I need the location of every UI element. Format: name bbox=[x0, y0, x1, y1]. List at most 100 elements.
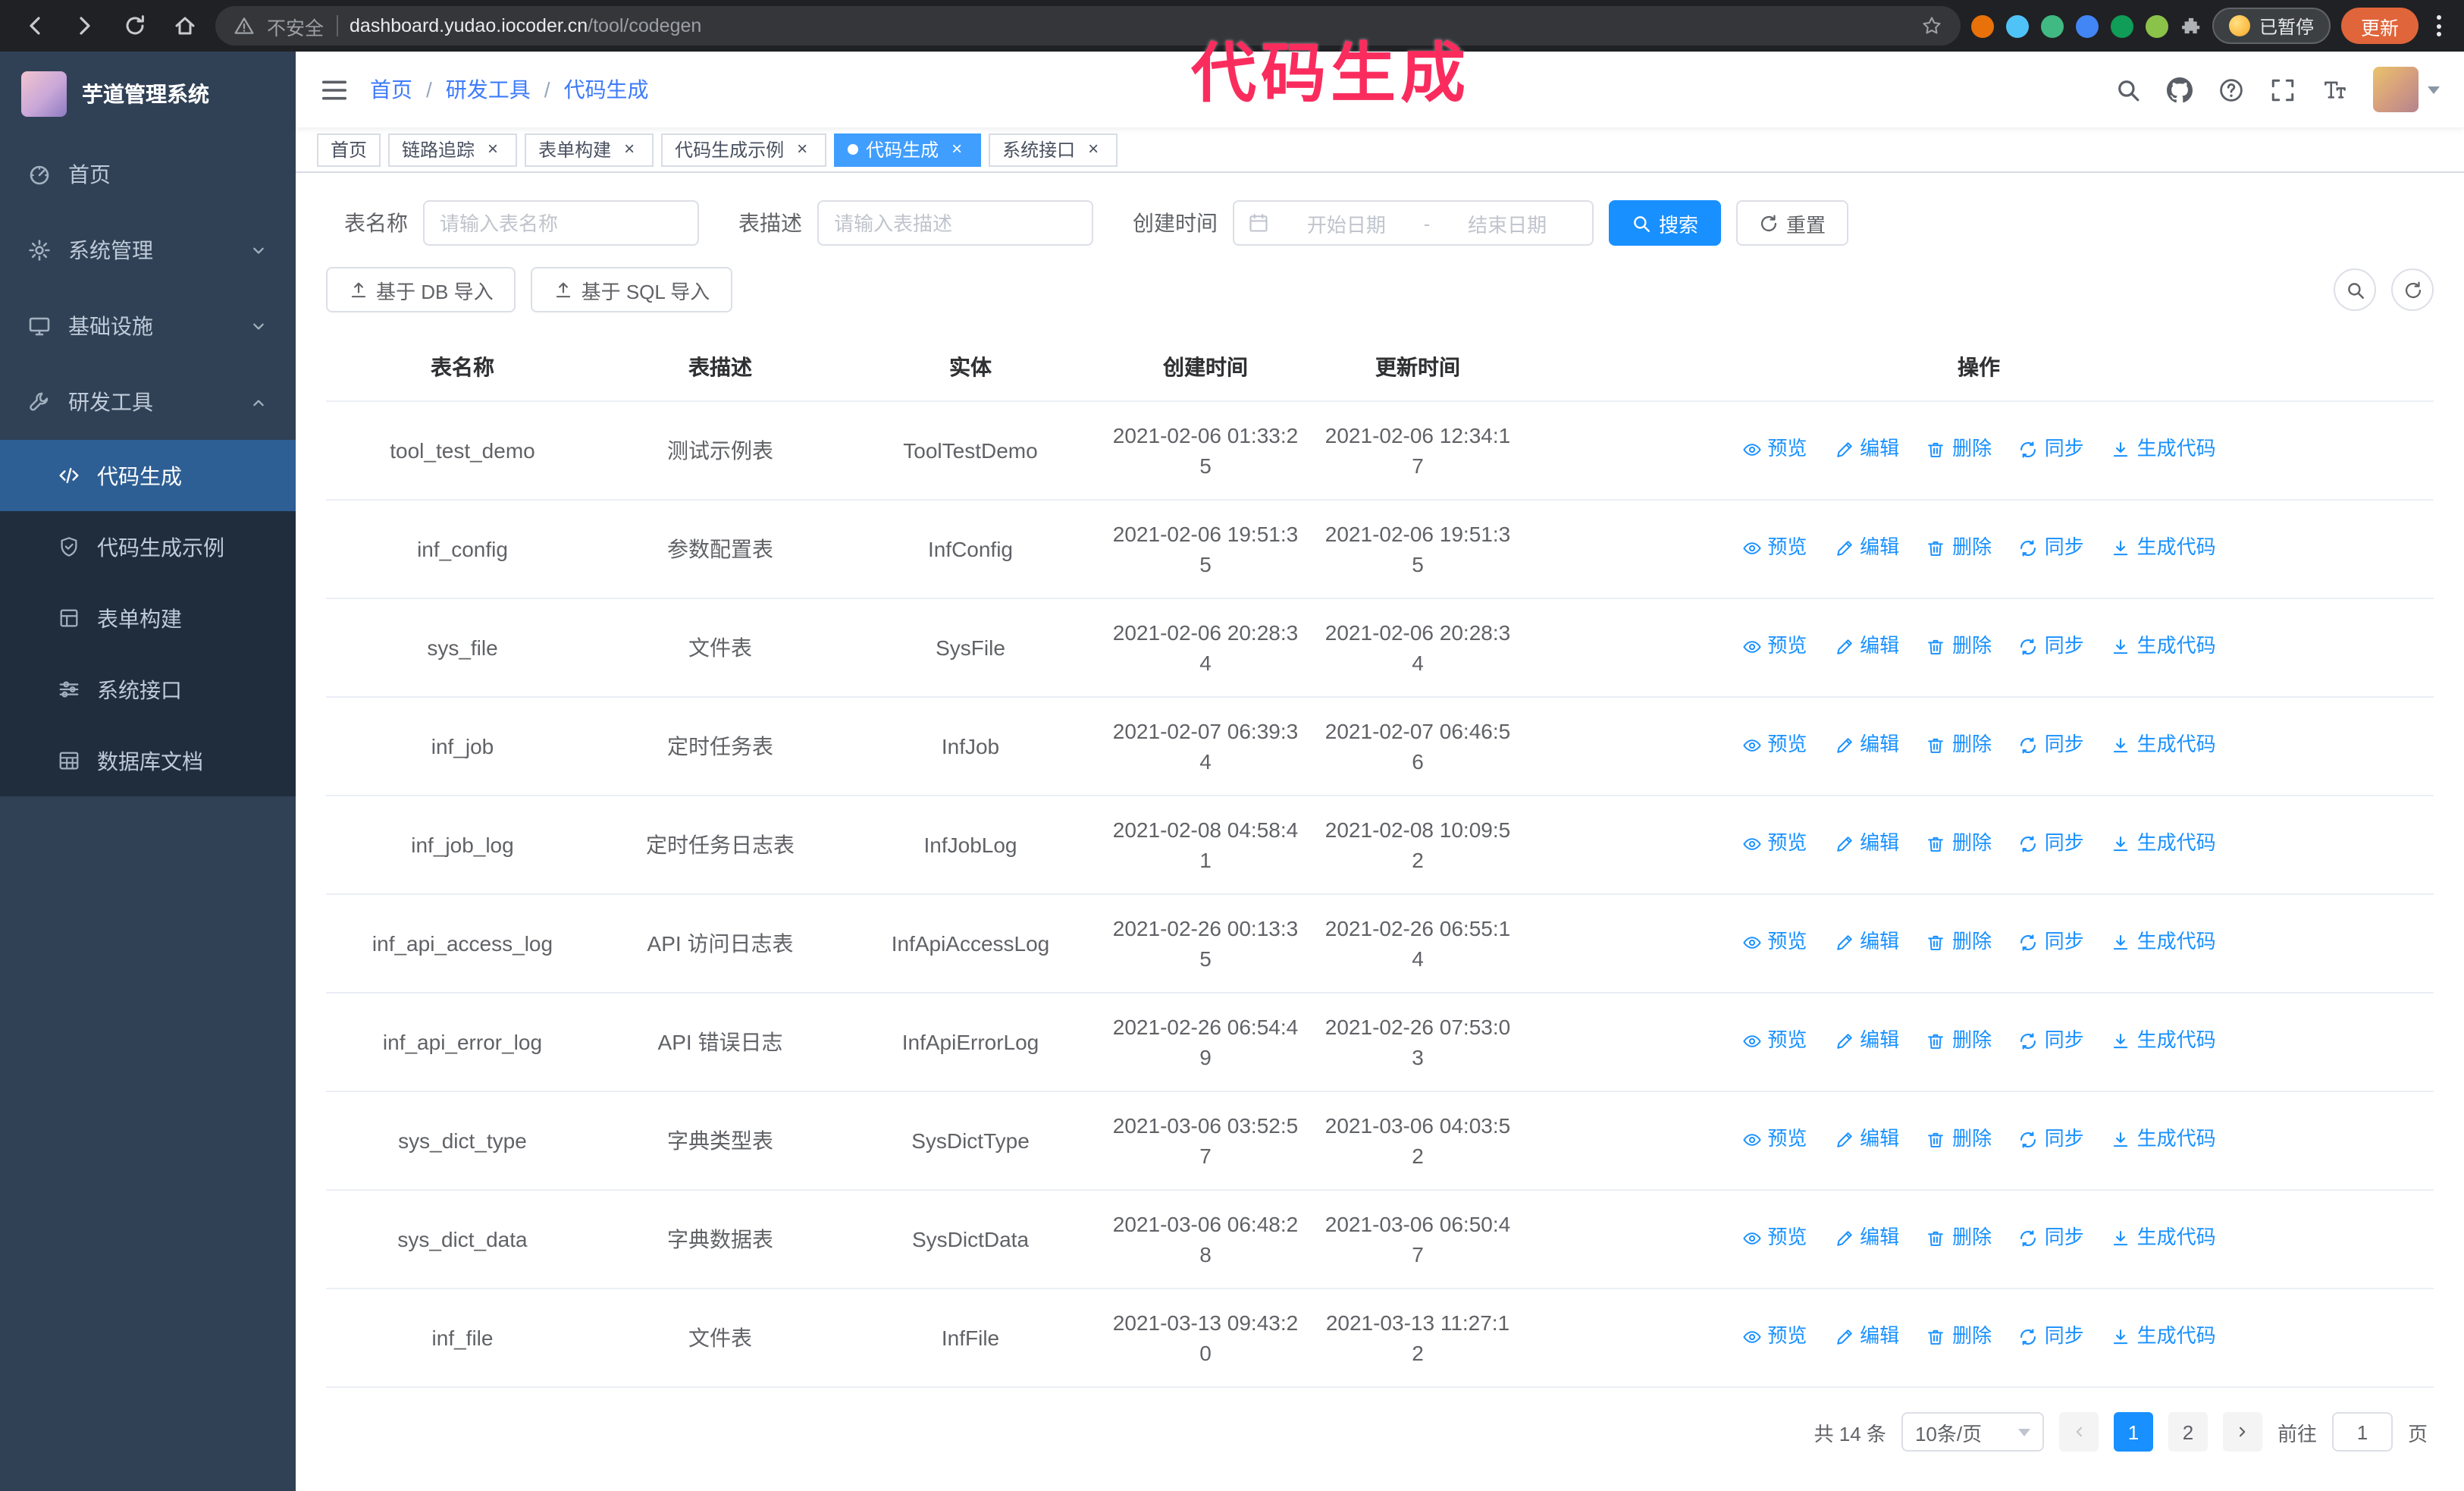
sync-link[interactable]: 同步 bbox=[2019, 533, 2084, 563]
delete-link[interactable]: 删除 bbox=[1926, 533, 1992, 563]
goto-page-input[interactable] bbox=[2331, 1412, 2393, 1452]
browser-forward-button[interactable] bbox=[65, 6, 105, 46]
sync-link[interactable]: 同步 bbox=[2019, 1223, 2084, 1254]
delete-link[interactable]: 删除 bbox=[1926, 829, 1992, 859]
page-button-1[interactable]: 1 bbox=[2113, 1412, 2153, 1452]
extension-icon[interactable] bbox=[2040, 14, 2064, 37]
generate-code-link[interactable]: 生成代码 bbox=[2111, 1026, 2216, 1056]
tab-home[interactable]: 首页 bbox=[317, 133, 381, 166]
extension-icon[interactable] bbox=[2110, 14, 2133, 37]
next-page-button[interactable] bbox=[2222, 1412, 2262, 1452]
user-menu[interactable] bbox=[2373, 67, 2440, 112]
sync-link[interactable]: 同步 bbox=[2019, 1026, 2084, 1056]
bookmark-star-icon[interactable] bbox=[1921, 15, 1942, 36]
generate-code-link[interactable]: 生成代码 bbox=[2111, 730, 2216, 761]
sidebar-item-system-management[interactable]: 系统管理 bbox=[0, 212, 296, 288]
chrome-menu-icon[interactable] bbox=[2429, 15, 2449, 36]
tab-close-icon[interactable] bbox=[946, 139, 967, 160]
edit-link[interactable]: 编辑 bbox=[1834, 1322, 1899, 1352]
generate-code-link[interactable]: 生成代码 bbox=[2111, 1322, 2216, 1352]
github-icon[interactable] bbox=[2167, 77, 2193, 102]
edit-link[interactable]: 编辑 bbox=[1834, 829, 1899, 859]
delete-link[interactable]: 删除 bbox=[1926, 730, 1992, 761]
sidebar-item-system-api[interactable]: 系统接口 bbox=[0, 654, 296, 725]
delete-link[interactable]: 删除 bbox=[1926, 435, 1992, 465]
preview-link[interactable]: 预览 bbox=[1741, 829, 1807, 859]
paused-badge[interactable]: 已暂停 bbox=[2212, 8, 2331, 44]
sync-link[interactable]: 同步 bbox=[2019, 829, 2084, 859]
tab-system-api[interactable]: 系统接口 bbox=[989, 133, 1118, 166]
edit-link[interactable]: 编辑 bbox=[1834, 928, 1899, 958]
page-size-select[interactable]: 10条/页 bbox=[1901, 1412, 2044, 1452]
browser-reload-button[interactable] bbox=[115, 6, 155, 46]
date-range-picker[interactable]: 开始日期 - 结束日期 bbox=[1233, 200, 1594, 246]
edit-link[interactable]: 编辑 bbox=[1834, 435, 1899, 465]
preview-link[interactable]: 预览 bbox=[1741, 928, 1807, 958]
search-icon[interactable] bbox=[2115, 77, 2141, 102]
preview-link[interactable]: 预览 bbox=[1741, 1026, 1807, 1056]
preview-link[interactable]: 预览 bbox=[1741, 1125, 1807, 1155]
table-desc-input[interactable] bbox=[817, 200, 1093, 246]
help-icon[interactable] bbox=[2218, 77, 2244, 102]
sync-link[interactable]: 同步 bbox=[2019, 1322, 2084, 1352]
search-button[interactable]: 搜索 bbox=[1609, 200, 1722, 246]
preview-link[interactable]: 预览 bbox=[1741, 730, 1807, 761]
browser-home-button[interactable] bbox=[165, 6, 205, 46]
generate-code-link[interactable]: 生成代码 bbox=[2111, 1223, 2216, 1254]
sidebar-toggle-button[interactable] bbox=[320, 75, 349, 104]
sidebar-item-db-doc[interactable]: 数据库文档 bbox=[0, 725, 296, 796]
generate-code-link[interactable]: 生成代码 bbox=[2111, 829, 2216, 859]
sync-link[interactable]: 同步 bbox=[2019, 1125, 2084, 1155]
tab-close-icon[interactable] bbox=[1083, 139, 1104, 160]
extensions-puzzle-icon[interactable] bbox=[2180, 15, 2202, 36]
chrome-update-button[interactable]: 更新 bbox=[2340, 8, 2419, 44]
edit-link[interactable]: 编辑 bbox=[1834, 1026, 1899, 1056]
tab-close-icon[interactable] bbox=[792, 139, 813, 160]
browser-back-button[interactable] bbox=[15, 6, 55, 46]
preview-link[interactable]: 预览 bbox=[1741, 1322, 1807, 1352]
tab-close-icon[interactable] bbox=[619, 139, 640, 160]
page-button-2[interactable]: 2 bbox=[2168, 1412, 2208, 1452]
sidebar-item-infrastructure[interactable]: 基础设施 bbox=[0, 288, 296, 364]
address-bar[interactable]: 不安全 dashboard.yudao.iocoder.cn/tool/code… bbox=[215, 6, 1961, 46]
edit-link[interactable]: 编辑 bbox=[1834, 1223, 1899, 1254]
fullscreen-icon[interactable] bbox=[2270, 77, 2296, 102]
delete-link[interactable]: 删除 bbox=[1926, 928, 1992, 958]
breadcrumb-dev-tools[interactable]: 研发工具 bbox=[446, 74, 550, 105]
delete-link[interactable]: 删除 bbox=[1926, 1223, 1992, 1254]
app-logo[interactable]: 芋道管理系统 bbox=[0, 52, 296, 137]
sidebar-item-form-builder[interactable]: 表单构建 bbox=[0, 582, 296, 654]
generate-code-link[interactable]: 生成代码 bbox=[2111, 928, 2216, 958]
generate-code-link[interactable]: 生成代码 bbox=[2111, 1125, 2216, 1155]
generate-code-link[interactable]: 生成代码 bbox=[2111, 435, 2216, 465]
breadcrumb-home[interactable]: 首页 bbox=[370, 74, 432, 105]
tab-codegen-example[interactable]: 代码生成示例 bbox=[661, 133, 827, 166]
extension-icon[interactable] bbox=[1970, 14, 1994, 37]
edit-link[interactable]: 编辑 bbox=[1834, 1125, 1899, 1155]
import-db-button[interactable]: 基于 DB 导入 bbox=[326, 267, 516, 312]
sidebar-item-home[interactable]: 首页 bbox=[0, 137, 296, 212]
preview-link[interactable]: 预览 bbox=[1741, 435, 1807, 465]
tab-close-icon[interactable] bbox=[482, 139, 503, 160]
generate-code-link[interactable]: 生成代码 bbox=[2111, 533, 2216, 563]
sidebar-item-dev-tools[interactable]: 研发工具 bbox=[0, 364, 296, 440]
sync-link[interactable]: 同步 bbox=[2019, 928, 2084, 958]
edit-link[interactable]: 编辑 bbox=[1834, 730, 1899, 761]
preview-link[interactable]: 预览 bbox=[1741, 533, 1807, 563]
preview-link[interactable]: 预览 bbox=[1741, 632, 1807, 662]
preview-link[interactable]: 预览 bbox=[1741, 1223, 1807, 1254]
edit-link[interactable]: 编辑 bbox=[1834, 632, 1899, 662]
table-name-input[interactable] bbox=[423, 200, 699, 246]
delete-link[interactable]: 删除 bbox=[1926, 1026, 1992, 1056]
delete-link[interactable]: 删除 bbox=[1926, 1322, 1992, 1352]
extension-icon[interactable] bbox=[2075, 14, 2099, 37]
refresh-table-button[interactable] bbox=[2391, 268, 2434, 311]
import-sql-button[interactable]: 基于 SQL 导入 bbox=[531, 267, 733, 312]
sync-link[interactable]: 同步 bbox=[2019, 730, 2084, 761]
font-size-icon[interactable] bbox=[2321, 77, 2347, 102]
sidebar-item-codegen-example[interactable]: 代码生成示例 bbox=[0, 511, 296, 582]
delete-link[interactable]: 删除 bbox=[1926, 1125, 1992, 1155]
extension-icon[interactable] bbox=[2005, 14, 2029, 37]
delete-link[interactable]: 删除 bbox=[1926, 632, 1992, 662]
prev-page-button[interactable] bbox=[2058, 1412, 2099, 1452]
